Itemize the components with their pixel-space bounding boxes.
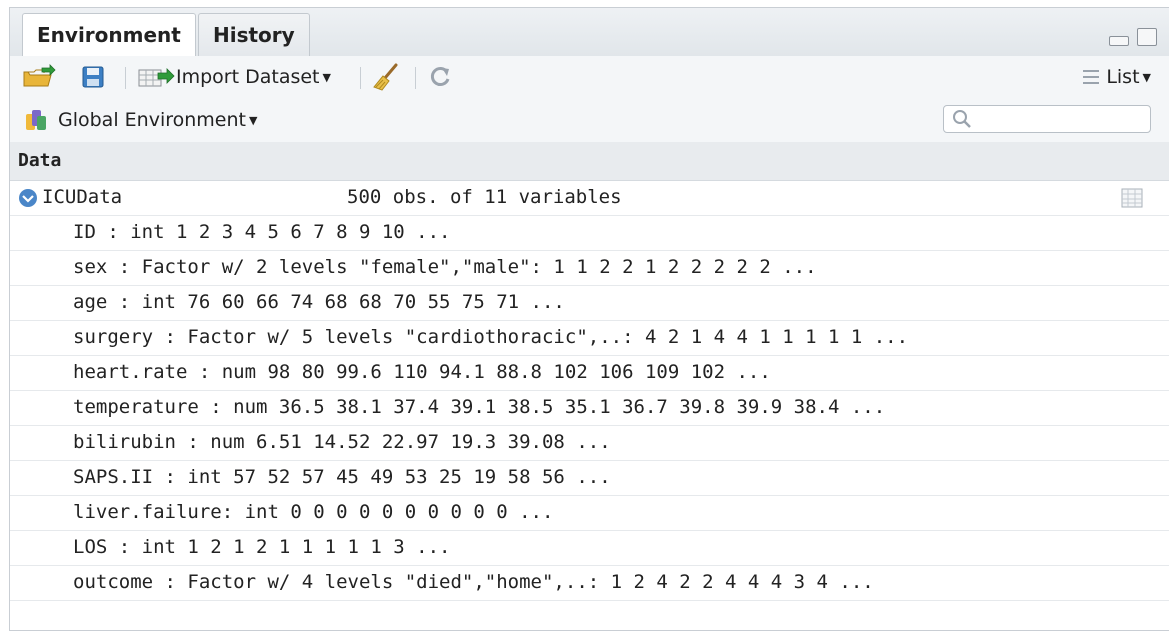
dataset-summary: 500 obs. of 11 variables — [347, 186, 622, 208]
toolbar-divider — [415, 67, 416, 89]
variable-row: outcome : Factor w/ 4 levels "died","hom… — [10, 565, 1169, 601]
variable-row: bilirubin : num 6.51 14.52 22.97 19.3 39… — [10, 425, 1169, 461]
dataset-row[interactable]: ICUData 500 obs. of 11 variables — [10, 180, 1169, 216]
section-header-data: Data — [10, 142, 1169, 181]
r-environment-icon — [26, 110, 46, 130]
collapse-icon[interactable] — [18, 188, 38, 208]
minimize-icon[interactable] — [1109, 36, 1129, 46]
variable-row: age : int 76 60 66 74 68 68 70 55 75 71 … — [10, 285, 1169, 321]
save-workspace-button[interactable] — [82, 56, 104, 98]
tab-environment[interactable]: Environment — [22, 13, 196, 57]
tab-history[interactable]: History — [198, 13, 310, 56]
view-mode-label: List — [1106, 66, 1140, 88]
toolbar: Import Dataset ▼ List ▼ — [10, 56, 1169, 99]
maximize-icon[interactable] — [1137, 28, 1157, 46]
variable-row: liver.failure: int 0 0 0 0 0 0 0 0 0 0 .… — [10, 495, 1169, 531]
variable-row: sex : Factor w/ 2 levels "female","male"… — [10, 250, 1169, 286]
search-input[interactable] — [943, 105, 1151, 133]
variable-row: heart.rate : num 98 80 99.6 110 94.1 88.… — [10, 355, 1169, 391]
chevron-down-icon: ▼ — [1142, 70, 1151, 84]
save-icon — [82, 66, 104, 88]
variable-row: temperature : num 36.5 38.1 37.4 39.1 38… — [10, 390, 1169, 426]
variable-row: LOS : int 1 2 1 2 1 1 1 1 1 3 ... — [10, 530, 1169, 566]
view-table-icon[interactable] — [1121, 188, 1143, 208]
toolbar-divider — [125, 67, 126, 89]
view-mode-dropdown[interactable]: List ▼ — [1082, 56, 1151, 98]
environment-scope-label: Global Environment — [58, 109, 246, 131]
open-folder-icon — [23, 64, 56, 87]
chevron-down-icon: ▼ — [322, 70, 331, 84]
load-workspace-button[interactable] — [22, 56, 56, 98]
import-table-icon — [138, 68, 175, 87]
environment-pane: Environment History Import Dataset ▼ Lis… — [9, 7, 1169, 631]
variable-row: SAPS.II : int 57 52 57 45 49 53 25 19 58… — [10, 460, 1169, 496]
clear-workspace-button[interactable] — [372, 56, 400, 98]
search-icon — [953, 110, 971, 128]
refresh-button[interactable] — [428, 56, 452, 98]
tab-bar: Environment History — [10, 8, 1169, 57]
import-dataset-button[interactable]: Import Dataset ▼ — [138, 56, 331, 98]
variable-row: surgery : Factor w/ 5 levels "cardiothor… — [10, 320, 1169, 356]
broom-icon — [373, 63, 398, 91]
environment-scope-dropdown[interactable]: Global Environment ▼ — [24, 98, 257, 142]
chevron-down-icon: ▼ — [248, 113, 258, 127]
dataset-name: ICUData — [42, 186, 123, 208]
toolbar-divider — [360, 67, 361, 89]
list-icon — [1083, 70, 1100, 84]
import-dataset-label: Import Dataset — [176, 66, 320, 88]
refresh-icon — [430, 67, 450, 86]
environment-bar: Global Environment ▼ — [10, 98, 1169, 143]
variable-row: ID : int 1 2 3 4 5 6 7 8 9 10 ... — [10, 215, 1169, 251]
